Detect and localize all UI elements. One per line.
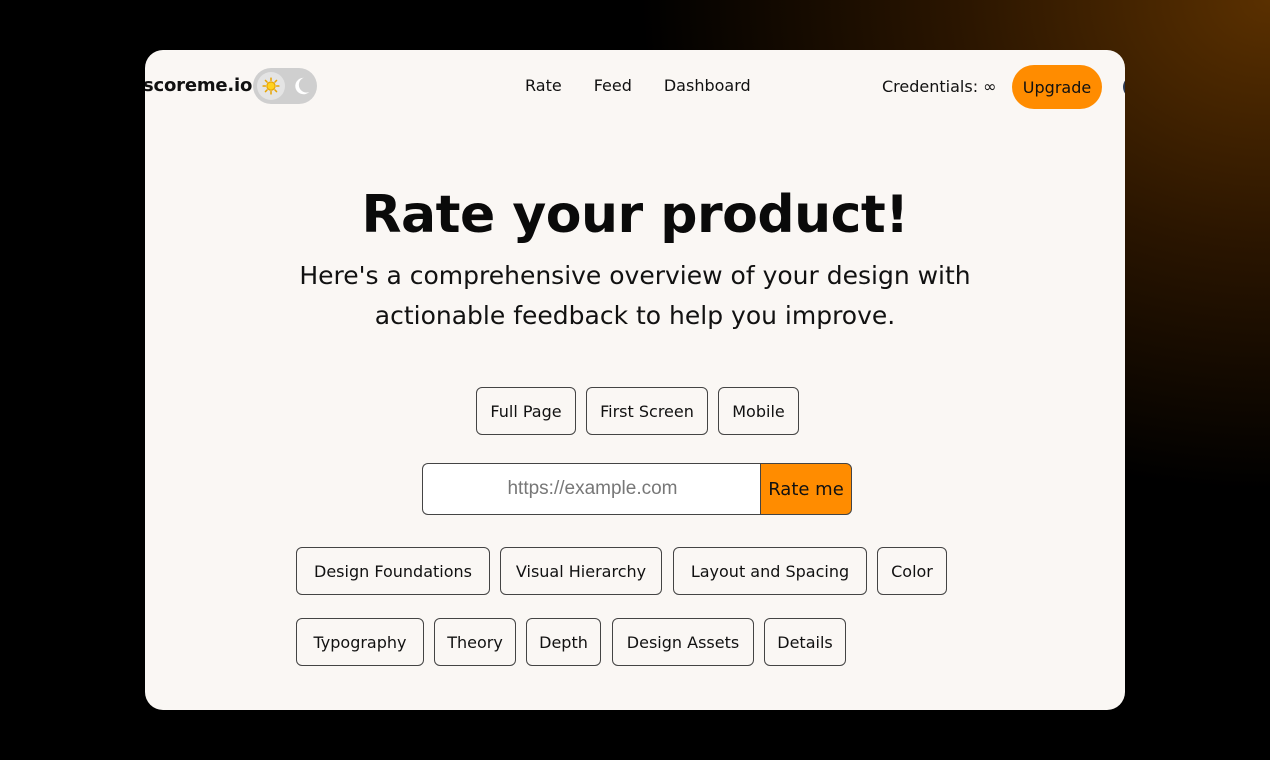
mode-first-screen-button[interactable]: First Screen: [586, 387, 708, 435]
category-details[interactable]: Details: [764, 618, 846, 666]
main-nav: Rate Feed Dashboard: [525, 76, 783, 95]
rate-me-button[interactable]: Rate me: [760, 463, 852, 515]
brand-logo[interactable]: scoreme.io: [145, 75, 252, 96]
nav-link-rate[interactable]: Rate: [525, 76, 562, 95]
theme-toggle[interactable]: [253, 68, 317, 104]
category-depth[interactable]: Depth: [526, 618, 601, 666]
category-visual-hierarchy[interactable]: Visual Hierarchy: [500, 547, 662, 595]
category-theory[interactable]: Theory: [434, 618, 516, 666]
nav-link-dashboard[interactable]: Dashboard: [664, 76, 751, 95]
category-typography[interactable]: Typography: [296, 618, 424, 666]
app-window: scoreme.io Rate Feed Dashboard Credentia…: [145, 50, 1125, 710]
toggle-knob: [257, 72, 285, 100]
page-subtitle: Here's a comprehensive overview of your …: [285, 256, 985, 336]
subtitle-line-2: actionable feedback to help you improve.: [374, 301, 896, 330]
url-input[interactable]: [422, 463, 762, 515]
category-design-foundations[interactable]: Design Foundations: [296, 547, 490, 595]
sun-icon: [262, 77, 280, 95]
mode-mobile-button[interactable]: Mobile: [718, 387, 799, 435]
moon-icon: [295, 77, 310, 95]
credentials-count: Credentials: ∞: [882, 77, 997, 96]
category-layout-and-spacing[interactable]: Layout and Spacing: [673, 547, 867, 595]
category-design-assets[interactable]: Design Assets: [612, 618, 754, 666]
url-form: Rate me: [422, 463, 852, 515]
mode-full-page-button[interactable]: Full Page: [476, 387, 576, 435]
nav-link-feed[interactable]: Feed: [594, 76, 632, 95]
category-color[interactable]: Color: [877, 547, 947, 595]
page-title: Rate your product!: [361, 185, 909, 245]
avatar[interactable]: [1123, 76, 1125, 98]
subtitle-line-1: Here's a comprehensive overview of your …: [299, 261, 971, 290]
upgrade-button[interactable]: Upgrade: [1012, 65, 1102, 109]
